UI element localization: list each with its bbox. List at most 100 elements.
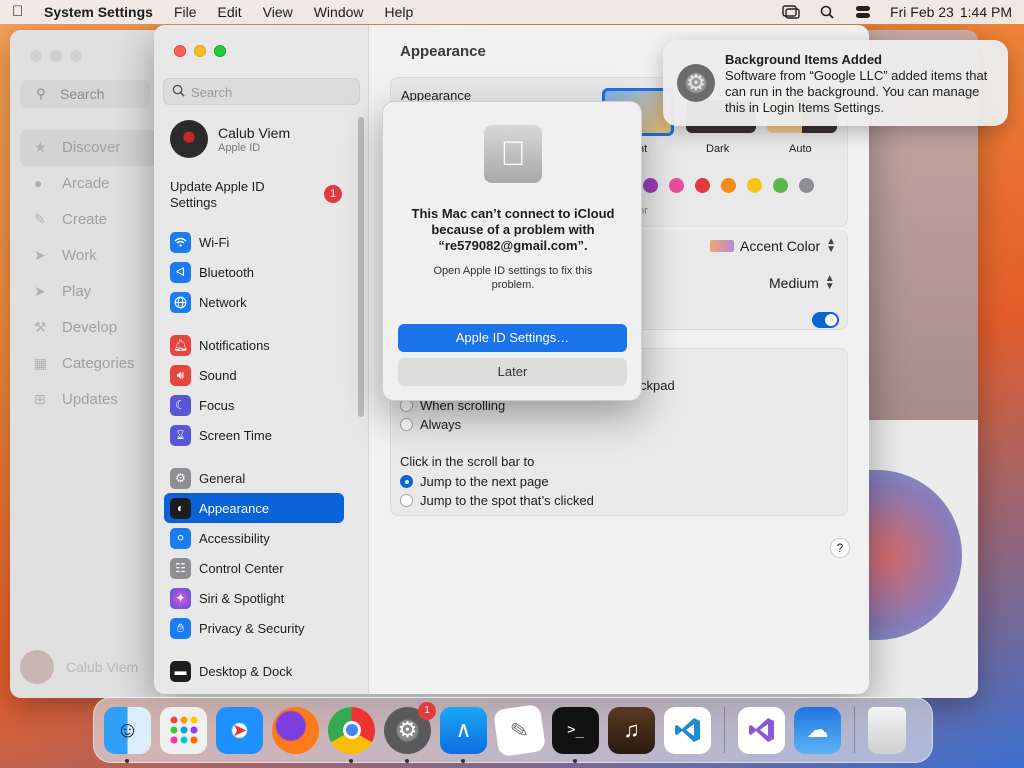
- sidebar-item-bluetooth[interactable]: ᐊ Bluetooth: [164, 257, 344, 287]
- brush-icon: ✎: [34, 211, 46, 227]
- system-settings-icon[interactable]: ⚙ 1: [384, 701, 436, 763]
- garageband-icon[interactable]: ♫: [608, 706, 655, 754]
- background-nav-arcade[interactable]: ● Arcade: [20, 166, 160, 202]
- background-artwork-circle: [866, 470, 962, 640]
- chrome-icon[interactable]: [328, 706, 375, 763]
- radio-jump-next-page[interactable]: Jump to the next page: [400, 474, 549, 489]
- sidebar-item-screen-time[interactable]: ⌛︎ Screen Time: [164, 420, 344, 450]
- later-button[interactable]: Later: [398, 358, 627, 386]
- accent-color-swatches: [617, 178, 814, 193]
- background-user[interactable]: Calub Viem: [20, 650, 138, 684]
- finder-icon[interactable]: ☺: [104, 706, 151, 763]
- accent-graphite[interactable]: [799, 178, 814, 193]
- textedit-icon[interactable]: ✎: [492, 703, 547, 757]
- radio-jump-spot-clicked[interactable]: Jump to the spot that’s clicked: [400, 493, 594, 508]
- gradient-swatch-icon: [710, 240, 734, 252]
- apple-id-profile[interactable]: Calub Viem Apple ID: [170, 120, 290, 158]
- apple-menu-icon[interactable]: : [12, 4, 26, 20]
- trash-icon[interactable]: [868, 706, 906, 754]
- avatar: [20, 650, 54, 684]
- accent-red[interactable]: [695, 178, 710, 193]
- spotlight-search-icon[interactable]: [818, 5, 836, 19]
- search-placeholder: Search: [191, 85, 233, 100]
- zoom-button[interactable]: [214, 45, 226, 57]
- sidebar-item-appearance[interactable]: ◐ Appearance: [164, 493, 344, 523]
- radio-always[interactable]: Always: [400, 417, 461, 432]
- background-search-field[interactable]: ⚲ Search: [20, 80, 150, 108]
- sidebar-icon-size-popup[interactable]: Medium ▲ ▼: [769, 273, 835, 292]
- dock-icon: ▬: [170, 660, 191, 682]
- background-nav-work[interactable]: ➤ Work: [20, 238, 160, 274]
- view-menu[interactable]: View: [263, 4, 293, 20]
- screen-mirroring-icon[interactable]: [782, 5, 800, 19]
- accent-yellow[interactable]: [747, 178, 762, 193]
- stepper-icon: ▲ ▼: [824, 273, 835, 292]
- safari-icon[interactable]: ➤: [216, 706, 263, 754]
- sidebar-item-privacy-security[interactable]: ✋︎ Privacy & Security: [164, 613, 344, 643]
- background-nav-develop[interactable]: ⚒ Develop: [20, 310, 160, 346]
- globe-icon: [170, 291, 191, 313]
- star-icon: ★: [34, 139, 47, 155]
- background-nav-categories[interactable]: ▦ Categories: [20, 346, 160, 382]
- help-menu[interactable]: Help: [385, 4, 414, 20]
- speaker-icon: 🔊︎: [170, 364, 191, 386]
- menu-extras: Fri Feb 23 1:44 PM: [782, 4, 1012, 20]
- accent-pink[interactable]: [669, 178, 684, 193]
- hand-icon: ✋︎: [170, 617, 191, 639]
- bell-icon: 🔔︎: [170, 334, 191, 356]
- sidebar-item-sound[interactable]: 🔊︎ Sound: [164, 360, 344, 390]
- sidebar-item-control-center[interactable]: ☷ Control Center: [164, 553, 344, 583]
- background-nav-play[interactable]: ➤ Play: [20, 274, 160, 310]
- help-button[interactable]: ?: [830, 538, 850, 558]
- background-nav-discover[interactable]: ★ Discover: [20, 130, 160, 166]
- clock-time[interactable]: 1:44 PM: [960, 4, 1012, 20]
- visual-studio-icon[interactable]: [738, 706, 785, 754]
- file-menu[interactable]: File: [174, 4, 197, 20]
- notification-badge: 1: [418, 701, 436, 720]
- sidebar-item-wifi[interactable]: Wi-Fi: [164, 227, 344, 257]
- sidebar-item-notifications[interactable]: 🔔︎ Notifications: [164, 330, 344, 360]
- accent-orange[interactable]: [721, 178, 736, 193]
- apple-id-settings-button[interactable]: Apple ID Settings…: [398, 324, 627, 352]
- window-menu[interactable]: Window: [314, 4, 364, 20]
- gear-icon: ⚙: [677, 64, 715, 102]
- firefox-icon[interactable]: [272, 706, 319, 754]
- background-nav-updates[interactable]: ⊞ Updates: [20, 382, 160, 418]
- background-items-notification[interactable]: ⚙ Background Items Added Software from “…: [663, 40, 1008, 126]
- edit-menu[interactable]: Edit: [218, 4, 242, 20]
- clock-date[interactable]: Fri Feb 23: [890, 4, 954, 20]
- radio-label: Jump to the next page: [420, 474, 549, 489]
- profile-subtitle: Apple ID: [218, 141, 261, 154]
- sidebar-item-desktop-dock[interactable]: ▬ Desktop & Dock: [164, 656, 344, 686]
- sidebar-group-desktop: ▬ Desktop & Dock: [164, 656, 344, 686]
- sidebar-item-accessibility[interactable]: ⚪ Accessibility: [164, 523, 344, 553]
- control-center-icon[interactable]: [854, 5, 872, 19]
- app-menu[interactable]: System Settings: [44, 4, 153, 20]
- launchpad-icon[interactable]: [160, 706, 207, 754]
- highlight-color-popup[interactable]: Accent Color ▲ ▼: [710, 237, 836, 255]
- terminal-icon[interactable]: >_: [552, 706, 599, 763]
- sidebar-item-label: Accessibility: [199, 530, 270, 546]
- radio-label: Jump to the spot that’s clicked: [420, 493, 594, 508]
- accent-green[interactable]: [773, 178, 788, 193]
- menu-bar:  System Settings File Edit View Window …: [0, 0, 1024, 24]
- sidebar-item-network[interactable]: Network: [164, 287, 344, 317]
- sidebar-item-label: Appearance: [199, 500, 270, 516]
- close-button[interactable]: [174, 45, 186, 57]
- sidebar-item-siri-spotlight[interactable]: ✦ Siri & Spotlight: [164, 583, 344, 613]
- background-search-placeholder: Search: [60, 86, 105, 102]
- sidebar-item-focus[interactable]: ☾ Focus: [164, 390, 344, 420]
- wallpaper-tinting-toggle[interactable]: [812, 312, 839, 328]
- update-apple-id-settings[interactable]: Update Apple ID Settings 1: [170, 179, 342, 211]
- sidebar-group-general: ⚙ General ◐ Appearance ⚪ Accessibility ☷…: [164, 463, 344, 643]
- app-store-icon[interactable]: ∧: [440, 706, 487, 763]
- minimize-button[interactable]: [194, 45, 206, 57]
- sidebar-scrollbar[interactable]: [358, 117, 364, 417]
- vscode-icon[interactable]: [664, 706, 711, 754]
- background-nav-create[interactable]: ✎ Create: [20, 202, 160, 238]
- weather-icon[interactable]: ☁: [794, 706, 841, 754]
- sidebar-item-general[interactable]: ⚙ General: [164, 463, 344, 493]
- accent-purple[interactable]: [643, 178, 658, 193]
- paper-plane-icon: ➤: [34, 247, 46, 263]
- settings-search-input[interactable]: Search: [163, 78, 360, 105]
